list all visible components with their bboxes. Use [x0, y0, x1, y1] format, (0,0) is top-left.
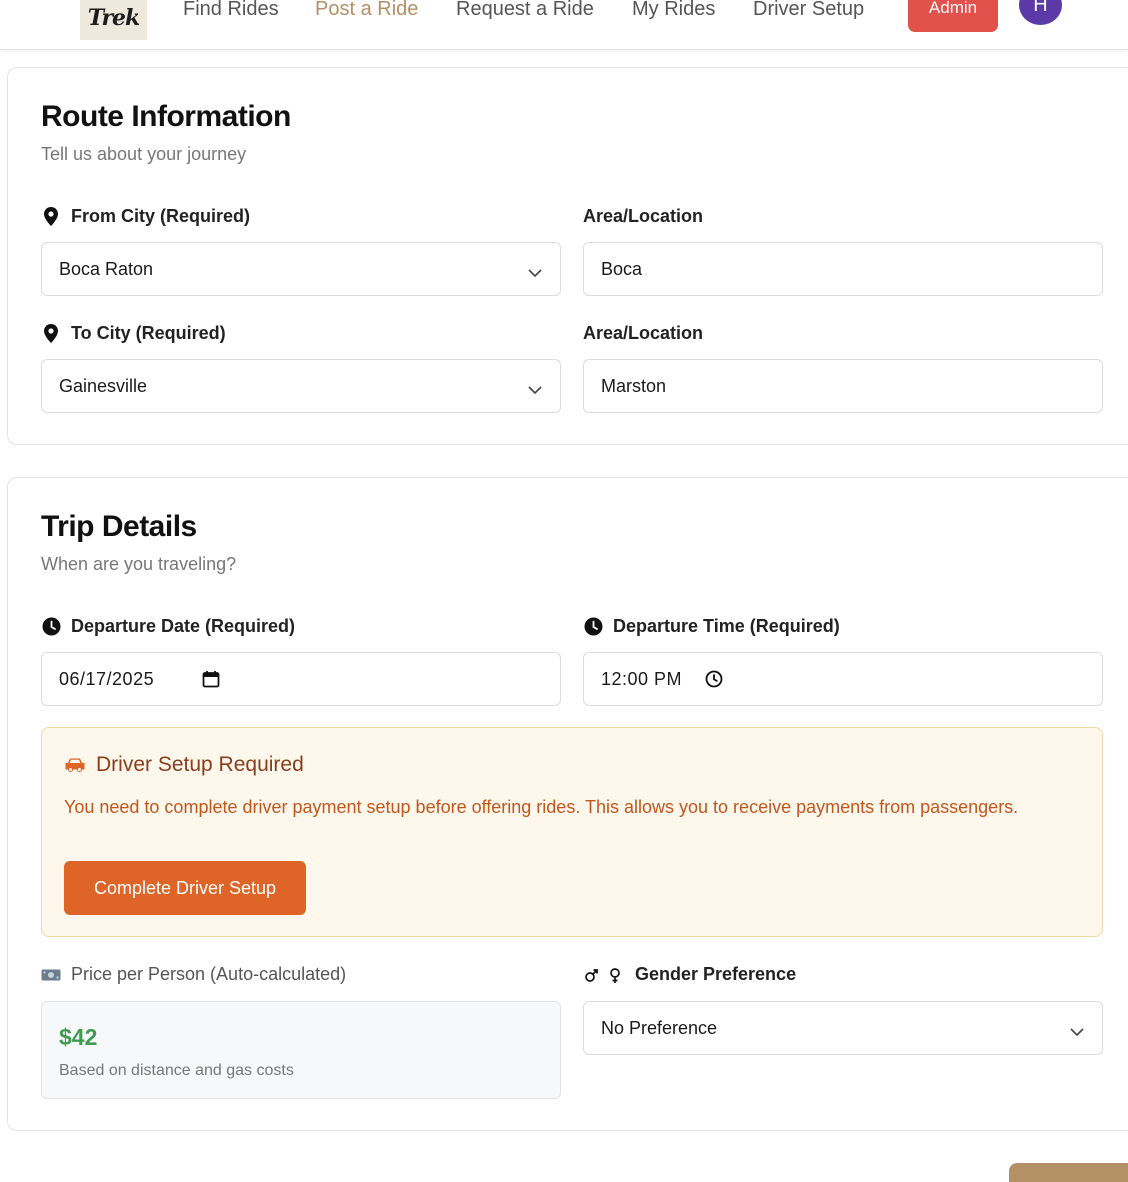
to-city-label: To City (Required) — [41, 323, 226, 344]
admin-button[interactable]: Admin — [908, 0, 998, 32]
money-icon — [41, 968, 61, 982]
driver-setup-alert: Driver Setup Required You need to comple… — [41, 727, 1103, 937]
route-information-card: Route Information Tell us about your jou… — [7, 67, 1128, 445]
trip-title: Trip Details — [41, 510, 197, 543]
trip-subtitle: When are you traveling? — [41, 554, 237, 574]
route-subtitle: Tell us about your journey — [41, 144, 247, 164]
departure-time-label: Departure Time (Required) — [583, 616, 840, 637]
gender-preference-label: Gender Preference — [583, 964, 796, 985]
from-city-select[interactable]: Boca Raton — [41, 242, 561, 296]
price-box: $42 Based on distance and gas costs — [41, 1001, 561, 1099]
chevron-down-icon — [1070, 1021, 1084, 1042]
to-area-input[interactable]: Marston — [583, 359, 1103, 413]
logo[interactable]: Trek — [80, 0, 147, 40]
trip-details-card: Trip Details When are you traveling? Dep… — [7, 477, 1128, 1131]
gender-preference-select[interactable]: No Preference — [583, 1001, 1103, 1055]
to-area-label: Area/Location — [583, 323, 704, 343]
to-city-select[interactable]: Gainesville — [41, 359, 561, 413]
from-city-label: From City (Required) — [41, 206, 250, 227]
submit-button-partial[interactable] — [1009, 1163, 1128, 1182]
avatar[interactable]: H — [1019, 0, 1062, 25]
nav-request-a-ride[interactable]: Request a Ride — [456, 0, 594, 22]
clock-icon — [583, 617, 603, 636]
departure-time-input[interactable]: 12:00 PM — [583, 652, 1103, 706]
nav-driver-setup[interactable]: Driver Setup — [753, 0, 864, 22]
clock-icon — [41, 617, 61, 636]
car-icon — [64, 757, 86, 773]
price-note: Based on distance and gas costs — [59, 1062, 294, 1079]
clock-icon[interactable] — [705, 670, 723, 693]
nav-my-rides[interactable]: My Rides — [632, 0, 715, 22]
location-pin-icon — [41, 324, 61, 343]
price-label: Price per Person (Auto-calculated) — [41, 964, 346, 985]
complete-driver-setup-button[interactable]: Complete Driver Setup — [64, 861, 306, 915]
from-area-input[interactable]: Boca — [583, 242, 1103, 296]
gender-icon — [583, 965, 623, 985]
price-value: $42 — [59, 1024, 98, 1050]
top-nav: Trek Find Rides Post a Ride Request a Ri… — [0, 0, 1128, 50]
alert-title: Driver Setup Required — [64, 753, 304, 777]
departure-date-input[interactable]: 06/17/2025 — [41, 652, 561, 706]
route-title: Route Information — [41, 100, 291, 133]
from-area-label: Area/Location — [583, 206, 704, 226]
chevron-down-icon — [528, 262, 542, 283]
departure-date-label: Departure Date (Required) — [41, 616, 295, 637]
location-pin-icon — [41, 207, 61, 226]
nav-find-rides[interactable]: Find Rides — [183, 0, 279, 22]
alert-text: You need to complete driver payment setu… — [64, 797, 1019, 817]
nav-post-a-ride[interactable]: Post a Ride — [315, 0, 418, 22]
chevron-down-icon — [528, 379, 542, 400]
calendar-icon[interactable] — [202, 670, 220, 693]
